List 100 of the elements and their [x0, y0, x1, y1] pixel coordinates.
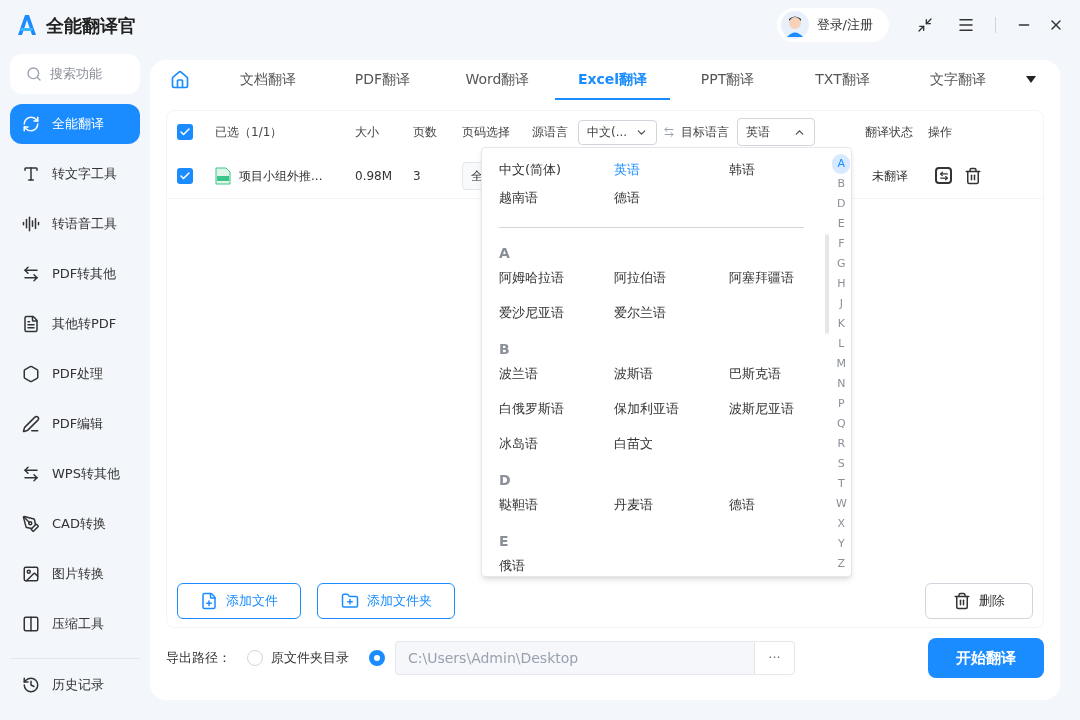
- language-option[interactable]: 白俄罗斯语: [499, 399, 614, 418]
- group-letter: E: [499, 534, 510, 548]
- file-name: 项目小组外推...: [239, 167, 323, 185]
- sidebar-item[interactable]: WPS转其他: [10, 454, 140, 494]
- select-value: 中文(...: [587, 124, 628, 141]
- language-option[interactable]: 丹麦语: [614, 495, 729, 514]
- language-option[interactable]: 爱沙尼亚语: [499, 303, 614, 322]
- sidebar-item[interactable]: PDF转其他: [10, 254, 140, 294]
- sidebar-item[interactable]: CAD转换: [10, 504, 140, 544]
- table-cell-text: 未翻译: [872, 167, 909, 185]
- tab[interactable]: 文档翻译: [210, 60, 325, 100]
- checkbox[interactable]: [177, 167, 193, 184]
- history-icon: [22, 676, 40, 694]
- language-option[interactable]: 波兰语: [499, 364, 614, 383]
- column-header: 页码选择: [462, 124, 511, 141]
- check-icon: [179, 126, 191, 138]
- language-option[interactable]: 保加利亚语: [614, 399, 729, 418]
- source-language-select[interactable]: 中文(...: [578, 119, 657, 145]
- language-option[interactable]: 波斯尼亚语: [729, 399, 824, 418]
- tab[interactable]: 文字翻译: [900, 60, 1015, 100]
- language-option[interactable]: 冰岛语: [499, 434, 614, 453]
- language-option[interactable]: 白苗文: [614, 434, 729, 453]
- language-option[interactable]: 英语: [614, 160, 729, 180]
- spreadsheet-file-icon: [215, 166, 231, 185]
- search-icon: [26, 66, 42, 82]
- scrollbar[interactable]: [824, 234, 829, 334]
- column-header: 操作: [928, 124, 952, 141]
- check-icon: [179, 169, 191, 182]
- tool-icon: [22, 315, 40, 333]
- tool-icon: [22, 465, 40, 483]
- tool-icon: [22, 165, 40, 183]
- language-option[interactable]: 中文(简体): [499, 160, 614, 180]
- tab[interactable]: TXT翻译: [785, 60, 900, 100]
- sidebar-item[interactable]: 转语音工具: [10, 204, 140, 244]
- sidebar-item[interactable]: 图片转换: [10, 554, 140, 594]
- group-letter: A: [499, 246, 511, 260]
- tool-icon: [22, 215, 40, 233]
- history-item[interactable]: 历史记录: [10, 665, 140, 705]
- select-all-checkbox[interactable]: [177, 124, 193, 140]
- language-option[interactable]: 德语: [729, 495, 824, 514]
- column-header: 大小: [355, 124, 380, 141]
- select-value: 英语: [746, 124, 770, 141]
- table-cell-text: 3: [413, 167, 422, 185]
- group-letter: D: [499, 473, 512, 487]
- sidebar-item[interactable]: 其他转PDF: [10, 304, 140, 344]
- sidebar-item[interactable]: PDF编辑: [10, 404, 140, 444]
- tab[interactable]: Word翻译: [440, 60, 555, 100]
- app-title: 全能翻译官: [46, 13, 136, 38]
- trash-icon[interactable]: [964, 166, 982, 185]
- tool-icon: [22, 265, 40, 283]
- search-placeholder: 搜索功能: [50, 65, 102, 84]
- radio-button[interactable]: [369, 650, 385, 666]
- language-option[interactable]: 鞑靼语: [499, 495, 614, 514]
- file-plus-icon: [200, 592, 218, 610]
- group-letter: B: [499, 342, 511, 356]
- logo-icon: [16, 14, 38, 36]
- language-option[interactable]: 阿姆哈拉语: [499, 268, 614, 287]
- sidebar-item[interactable]: 压缩工具: [10, 604, 140, 644]
- language-option[interactable]: 越南语: [499, 187, 614, 207]
- login-button[interactable]: 登录/注册: [776, 8, 889, 42]
- language-option[interactable]: 爱尔兰语: [614, 303, 729, 322]
- column-header: 页数: [413, 124, 438, 141]
- export-label: 导出路径：: [166, 649, 231, 668]
- trash-icon: [953, 592, 971, 610]
- tool-icon: [22, 115, 40, 133]
- compact-icon[interactable]: [917, 17, 933, 33]
- column-header: 源语言: [532, 124, 569, 141]
- table-cell-text: 0.98M: [355, 167, 394, 185]
- tool-icon: [22, 515, 40, 533]
- convert-icon[interactable]: [935, 167, 952, 184]
- language-option[interactable]: 德语: [614, 187, 729, 207]
- add-folder-button[interactable]: 添加文件夹: [317, 583, 455, 619]
- swap-icon[interactable]: [663, 126, 675, 138]
- avatar-icon: [780, 11, 809, 39]
- language-option[interactable]: 阿塞拜疆语: [729, 268, 824, 287]
- column-header: 翻译状态: [865, 124, 914, 141]
- tool-icon: [22, 415, 40, 433]
- tool-icon: [22, 365, 40, 383]
- sidebar-item[interactable]: PDF处理: [10, 354, 140, 394]
- language-option[interactable]: 巴斯克语: [729, 364, 824, 383]
- tool-icon: [22, 615, 40, 633]
- folder-plus-icon: [340, 592, 359, 610]
- add-file-button[interactable]: 添加文件: [177, 583, 301, 619]
- target-language-select[interactable]: 英语: [737, 118, 815, 146]
- home-icon[interactable]: [170, 70, 190, 90]
- radio-label: 原文件夹目录: [271, 649, 349, 668]
- browse-button[interactable]: ···: [755, 641, 795, 675]
- column-header: 目标语言: [681, 124, 730, 141]
- sidebar-item[interactable]: 转文字工具: [10, 154, 140, 194]
- delete-button[interactable]: 删除: [925, 583, 1033, 619]
- menu-icon[interactable]: [957, 16, 975, 34]
- language-option[interactable]: 韩语: [729, 160, 824, 180]
- language-option[interactable]: 波斯语: [614, 364, 729, 383]
- tool-icon: [22, 565, 40, 583]
- caret-icon[interactable]: [1026, 76, 1036, 84]
- tab[interactable]: PDF翻译: [325, 60, 440, 100]
- language-option[interactable]: 阿拉伯语: [614, 268, 729, 287]
- column-header: 已选（1/1）: [215, 124, 284, 141]
- tab[interactable]: PPT翻译: [670, 60, 785, 100]
- language-option[interactable]: 俄语: [499, 556, 614, 575]
